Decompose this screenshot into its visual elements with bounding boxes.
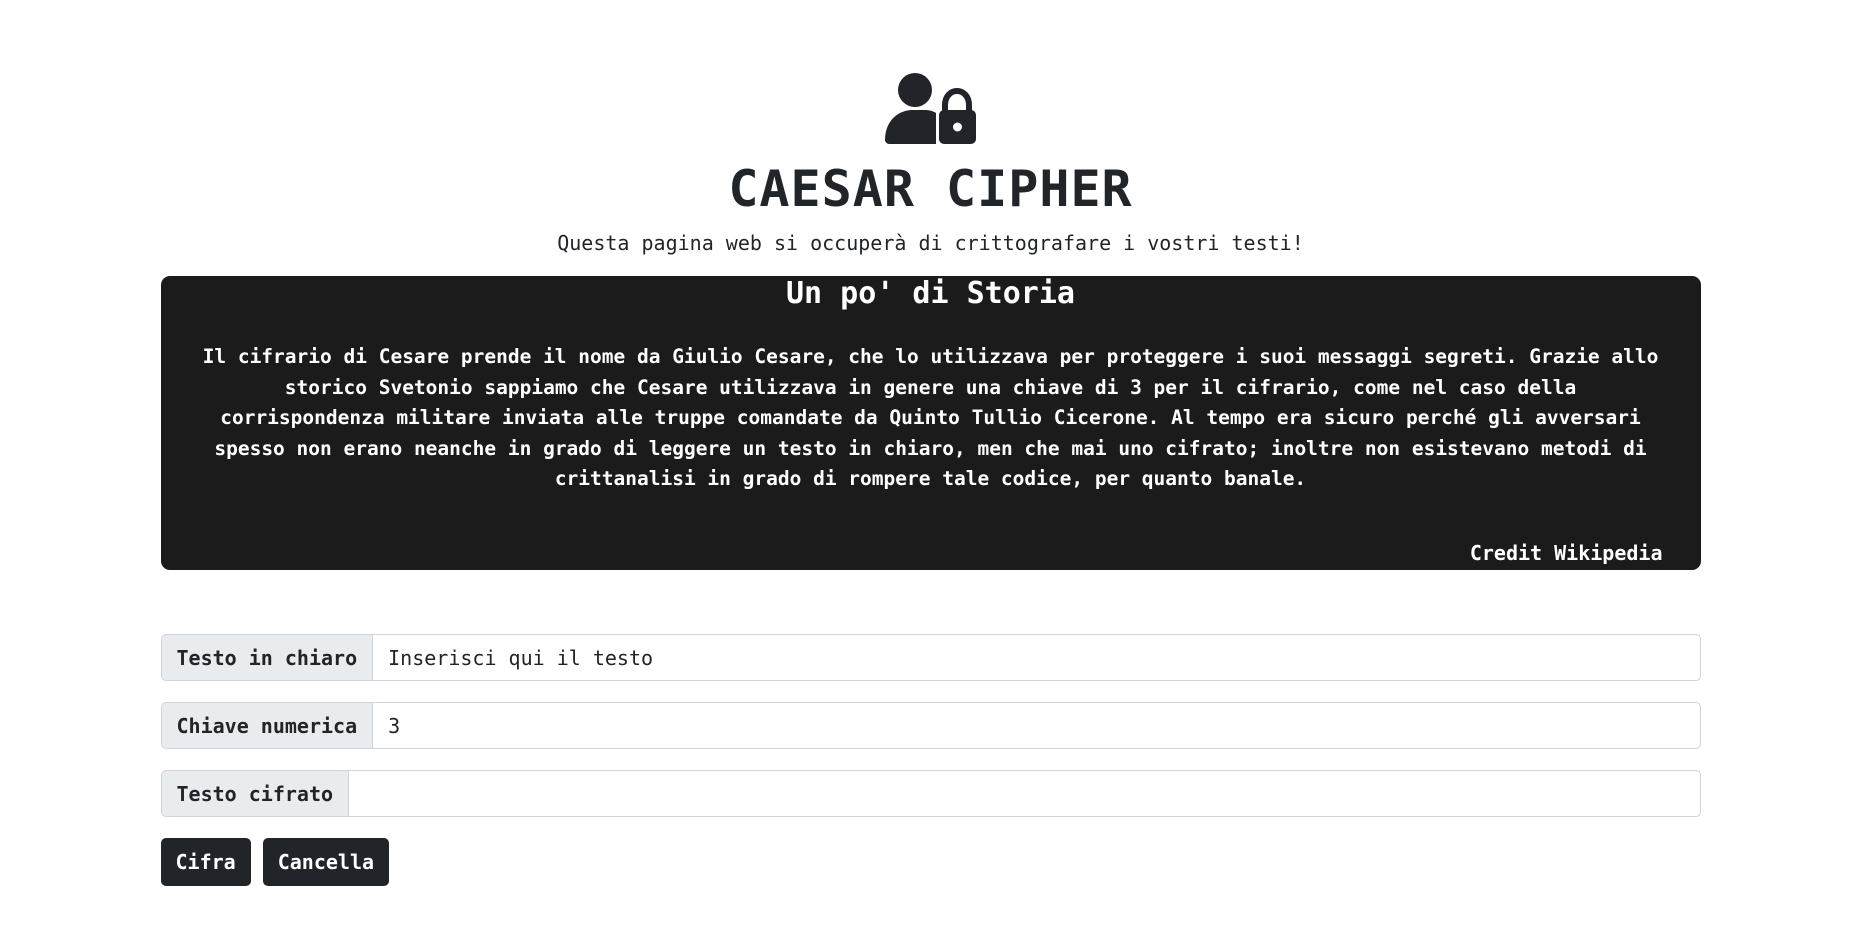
page-subtitle: Questa pagina web si occuperà di crittog…: [557, 231, 1304, 255]
encrypt-button[interactable]: Cifra: [160, 838, 251, 886]
page: CAESAR CIPHER Questa pagina web si occup…: [160, 0, 1701, 886]
clear-button[interactable]: Cancella: [262, 838, 390, 886]
key-group: Chiave numerica: [160, 702, 1701, 749]
plaintext-label: Testo in chiaro: [160, 634, 373, 681]
history-credit: Credit Wikipedia: [1469, 541, 1663, 565]
history-panel: Un po' di Storia Il cifrario di Cesare p…: [160, 276, 1701, 570]
ciphertext-group: Testo cifrato: [160, 770, 1701, 817]
history-text: Il cifrario di Cesare prende il nome da …: [202, 345, 1659, 490]
key-label: Chiave numerica: [160, 702, 373, 749]
plaintext-input[interactable]: [372, 634, 1701, 681]
ciphertext-output[interactable]: [348, 770, 1701, 817]
logo: [161, 72, 1701, 144]
key-input[interactable]: [372, 702, 1701, 749]
plaintext-group: Testo in chiaro: [160, 634, 1701, 681]
ciphertext-label: Testo cifrato: [160, 770, 349, 817]
user-lock-icon: [884, 72, 977, 144]
history-title: Un po' di Storia: [786, 276, 1075, 311]
button-row: Cifra Cancella: [160, 838, 1701, 886]
page-title: CAESAR CIPHER: [728, 160, 1133, 218]
cipher-form: Testo in chiaro Chiave numerica Testo ci…: [160, 634, 1701, 886]
